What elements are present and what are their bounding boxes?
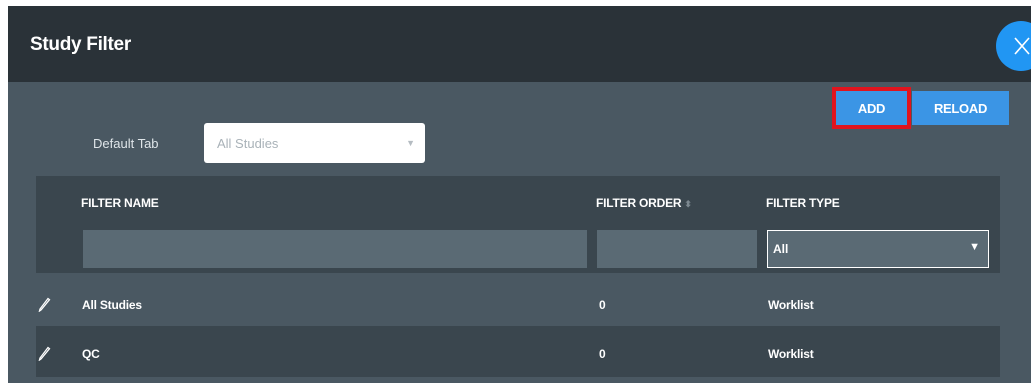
row-filter-order: 0 — [599, 298, 606, 312]
filter-type-select[interactable]: All ▼ — [767, 230, 989, 268]
filter-order-input[interactable] — [597, 230, 757, 268]
row-filter-name: All Studies — [82, 298, 142, 312]
filter-type-value: All — [773, 242, 789, 256]
column-header-filter-order-label: FILTER ORDER — [596, 196, 682, 210]
sort-icon[interactable]: ⬍ — [684, 199, 692, 209]
filter-name-input[interactable] — [83, 230, 587, 268]
reload-button[interactable]: RELOAD — [912, 91, 1009, 125]
dialog-title: Study Filter — [30, 34, 131, 55]
row-filter-type: Worklist — [768, 347, 814, 361]
row-filter-order: 0 — [599, 347, 606, 361]
add-button[interactable]: ADD — [832, 87, 911, 129]
pencil-icon[interactable] — [38, 296, 52, 317]
dialog-header: Study Filter — [8, 6, 1031, 82]
close-icon — [1014, 37, 1030, 55]
column-header-filter-name[interactable]: FILTER NAME — [81, 196, 159, 210]
row-filter-type: Worklist — [768, 298, 814, 312]
pencil-icon[interactable] — [38, 345, 52, 366]
row-filter-name: QC — [82, 347, 100, 361]
filter-table: FILTER NAME FILTER ORDER ⬍ FILTER TYPE Al… — [36, 176, 1000, 377]
default-tab-select[interactable]: All Studies ▼ — [204, 123, 425, 163]
column-header-filter-type[interactable]: FILTER TYPE — [766, 196, 840, 210]
study-filter-dialog: Study Filter ADD RELOAD Default Tab All … — [8, 6, 1031, 383]
column-header-filter-order[interactable]: FILTER ORDER ⬍ — [596, 196, 692, 210]
default-tab-value: All Studies — [217, 136, 279, 151]
chevron-down-icon: ▼ — [969, 241, 980, 253]
chevron-down-icon: ▼ — [406, 138, 415, 148]
table-row[interactable]: QC 0 Worklist — [36, 326, 1000, 377]
table-header: FILTER NAME FILTER ORDER ⬍ FILTER TYPE Al… — [36, 176, 1000, 273]
table-row[interactable]: All Studies 0 Worklist — [36, 280, 1000, 329]
default-tab-label: Default Tab — [93, 136, 159, 151]
